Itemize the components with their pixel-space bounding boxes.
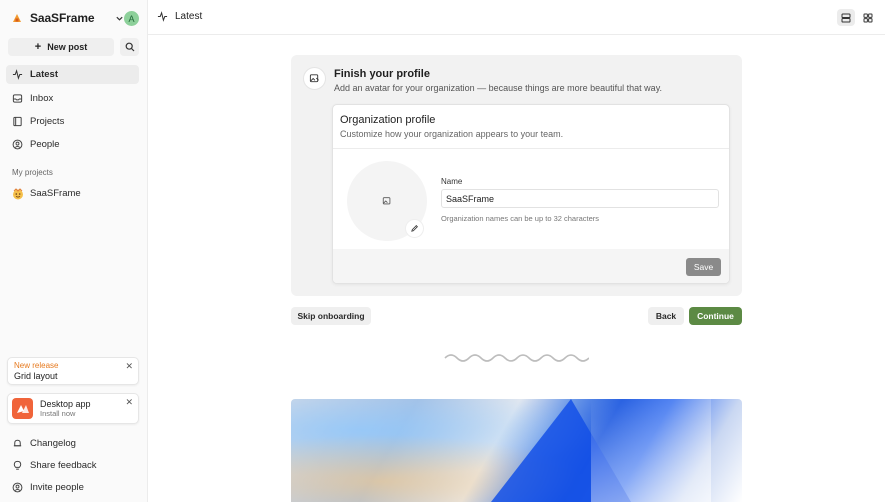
search-button[interactable] — [120, 38, 139, 56]
book-icon — [12, 116, 24, 127]
sidebar-item-feedback[interactable]: Share feedback — [6, 456, 139, 475]
sidebar-item-project[interactable]: SaaSFrame — [6, 184, 139, 203]
sidebar-item-latest[interactable]: Latest — [6, 65, 139, 84]
activity-icon — [12, 69, 24, 80]
workspace-logo-icon — [10, 11, 24, 25]
continue-button[interactable]: Continue — [689, 307, 742, 325]
sidebar-item-invite[interactable]: Invite people — [6, 478, 139, 497]
onboarding-subtitle: Add an avatar for your organization — be… — [334, 83, 663, 93]
top-bar: Latest — [148, 0, 885, 35]
onboarding-title: Finish your profile — [334, 68, 430, 80]
save-button[interactable]: Save — [686, 258, 721, 276]
release-title: Grid layout — [14, 371, 58, 381]
close-icon[interactable]: ✕ — [125, 397, 133, 408]
page-title: Latest — [157, 11, 202, 22]
sidebar-item-label: Latest — [30, 69, 58, 80]
new-post-button[interactable]: + New post — [8, 38, 114, 56]
projects-heading: My projects — [12, 168, 53, 177]
app-logo-icon — [12, 398, 33, 419]
person-circle-icon — [12, 139, 24, 150]
image-edit-icon — [303, 67, 326, 90]
sidebar-item-label: Projects — [30, 116, 65, 127]
sidebar-item-label: Invite people — [30, 482, 84, 493]
app-card-subtitle: Install now — [40, 409, 76, 418]
list-view-button[interactable] — [837, 9, 855, 26]
image-placeholder-icon — [382, 196, 392, 206]
grid-view-icon — [863, 13, 873, 23]
organization-profile-card: Organization profile Customize how your … — [332, 104, 730, 284]
search-icon — [125, 42, 135, 52]
back-button[interactable]: Back — [648, 307, 684, 325]
app-card-title: Desktop app — [40, 399, 91, 409]
sidebar-item-label: SaaSFrame — [30, 188, 81, 199]
card-subtitle: Customize how your organization appears … — [340, 129, 564, 139]
hero-image — [291, 399, 742, 502]
page-title-text: Latest — [175, 11, 203, 22]
release-card[interactable]: New release Grid layout ✕ — [7, 357, 139, 385]
new-post-label: New post — [47, 42, 88, 52]
inbox-icon — [12, 93, 24, 104]
skip-onboarding-button[interactable]: Skip onboarding — [291, 307, 371, 325]
workspace-switcher[interactable]: SaaSFrame — [8, 8, 140, 28]
hero-highlight — [591, 399, 711, 502]
pencil-icon — [410, 224, 419, 233]
sidebar-item-label: Inbox — [30, 93, 54, 104]
card-title: Organization profile — [340, 114, 436, 126]
grid-view-button[interactable] — [859, 9, 877, 26]
avatar[interactable]: A — [124, 11, 139, 26]
activity-icon — [157, 11, 175, 22]
chevron-down-icon — [115, 14, 124, 23]
release-tag: New release — [14, 361, 59, 370]
name-help-text: Organization names can be up to 32 chara… — [441, 214, 600, 223]
user-circle-icon — [12, 482, 24, 493]
edit-avatar-button[interactable] — [406, 220, 423, 237]
sidebar-item-label: Changelog — [30, 438, 76, 449]
close-icon[interactable]: ✕ — [125, 361, 133, 372]
desktop-app-card[interactable]: Desktop app Install now ✕ — [7, 393, 139, 424]
list-view-icon — [841, 13, 851, 23]
project-emoji-icon — [12, 187, 24, 200]
sidebar-item-inbox[interactable]: Inbox — [6, 89, 139, 108]
sidebar-item-label: People — [30, 139, 60, 150]
workspace-name: SaaSFrame — [30, 11, 95, 25]
name-label: Name — [441, 177, 463, 186]
bell-icon — [12, 438, 24, 449]
sidebar: SaaSFrame A + New post Latest Inbox Proj… — [0, 0, 148, 502]
divider — [333, 148, 729, 149]
sidebar-item-people[interactable]: People — [6, 135, 139, 154]
bulb-icon — [12, 460, 24, 471]
organization-name-input[interactable]: SaaSFrame — [441, 189, 719, 208]
onboarding-panel: Finish your profile Add an avatar for yo… — [291, 55, 742, 296]
plus-icon: + — [34, 40, 42, 53]
sidebar-item-projects[interactable]: Projects — [6, 112, 139, 131]
card-footer: Save — [333, 249, 729, 283]
sidebar-item-label: Share feedback — [30, 460, 97, 471]
wavy-divider — [444, 352, 589, 364]
sidebar-item-changelog[interactable]: Changelog — [6, 434, 139, 453]
